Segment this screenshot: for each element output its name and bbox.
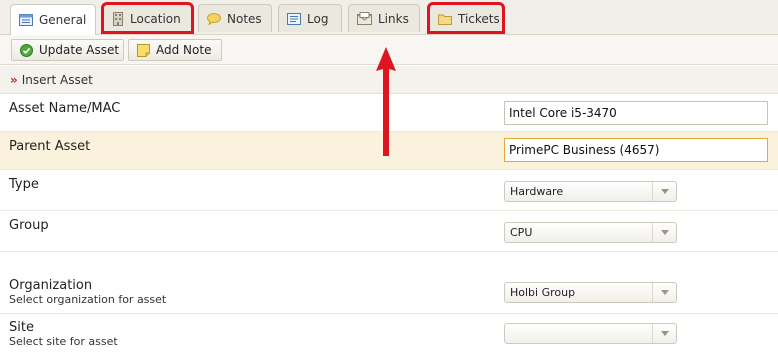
type-select[interactable]: Hardware — [504, 181, 677, 202]
parent-asset-input[interactable]: PrimePC Business (4657) — [504, 138, 768, 162]
site-select[interactable] — [504, 323, 677, 344]
double-chevron-right-icon: » — [10, 72, 18, 87]
speech-bubble-icon — [207, 12, 221, 25]
sticky-note-icon — [137, 43, 150, 57]
type-label: Type — [9, 177, 39, 192]
tab-links[interactable]: Links — [348, 4, 420, 32]
group-select-value: CPU — [510, 226, 533, 239]
tab-label: Notes — [227, 11, 262, 26]
breadcrumb-label: Insert Asset — [21, 72, 93, 87]
tab-general[interactable]: General — [10, 4, 96, 35]
tab-label: General — [39, 13, 87, 27]
annotation-arrow-up-icon — [376, 47, 396, 156]
chevron-down-icon — [652, 223, 676, 242]
update-asset-button[interactable]: Update Asset — [11, 39, 124, 61]
site-label: Site — [9, 320, 34, 335]
tab-label: Log — [307, 11, 329, 26]
folder-icon — [438, 14, 452, 25]
form-row-organization: Organization Select organization for ass… — [0, 252, 778, 314]
form-row-site: Site Select site for asset — [0, 314, 778, 353]
organization-label: Organization — [9, 278, 93, 293]
parent-asset-label: Parent Asset — [9, 139, 91, 154]
organization-select[interactable]: Holbi Group — [504, 282, 677, 303]
add-note-label: Add Note — [156, 43, 212, 57]
group-select[interactable]: CPU — [504, 222, 677, 243]
tab-label: Location — [130, 11, 181, 26]
tab-label: Links — [378, 11, 409, 26]
organization-select-value: Holbi Group — [510, 286, 576, 299]
check-circle-icon — [20, 43, 33, 57]
tab-bar: General Location Notes Log Links Tickets — [0, 0, 778, 35]
chevron-down-icon — [652, 324, 676, 343]
chevron-down-icon — [652, 283, 676, 302]
form-row-type: Type Hardware — [0, 170, 778, 211]
tab-notes[interactable]: Notes — [198, 4, 272, 32]
group-label: Group — [9, 218, 49, 233]
form-row-group: Group CPU — [0, 211, 778, 252]
site-hint: Select site for asset — [9, 335, 118, 348]
add-note-button[interactable]: Add Note — [128, 39, 222, 61]
log-icon — [287, 12, 301, 25]
form-icon — [19, 14, 33, 26]
envelope-icon — [357, 12, 372, 25]
building-icon — [113, 11, 123, 26]
asset-name-label: Asset Name/MAC — [9, 101, 121, 116]
tab-location[interactable]: Location — [101, 2, 194, 34]
organization-hint: Select organization for asset — [9, 293, 167, 306]
chevron-down-icon — [652, 182, 676, 201]
tab-tickets[interactable]: Tickets — [427, 2, 505, 34]
tab-label: Tickets — [458, 11, 500, 26]
tab-log[interactable]: Log — [278, 4, 342, 32]
asset-name-input[interactable]: Intel Core i5-3470 — [504, 101, 768, 125]
type-select-value: Hardware — [510, 185, 564, 198]
update-asset-label: Update Asset — [39, 43, 120, 57]
